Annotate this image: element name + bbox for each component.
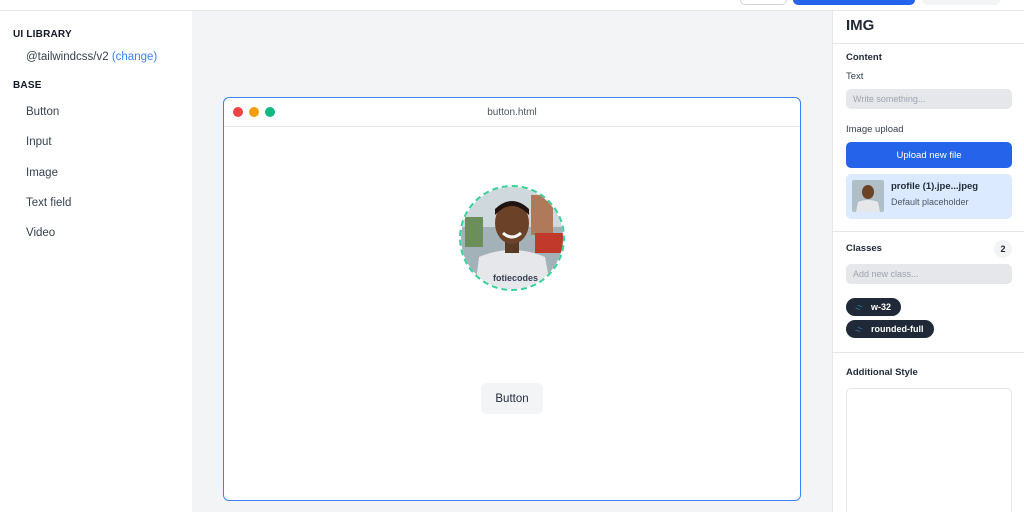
uploaded-file-card[interactable]: profile (1).jpe...jpeg Default placehold… [846,174,1012,219]
sidebar-item-button[interactable]: Button [26,106,59,118]
file-thumbnail [852,180,884,212]
divider [833,352,1024,353]
class-chip-w-32[interactable]: w-32 [846,298,902,316]
editor-canvas: button.html fotiecodes Button [192,11,832,512]
content-heading: Content [846,52,882,63]
sidebar-item-image[interactable]: Image [26,167,58,179]
top-primary-button[interactable] [793,0,915,5]
upload-new-file-button[interactable]: Upload new file [846,142,1012,168]
class-chip-label: rounded-full [871,324,924,334]
component-sidebar: UI LIBRARY @tailwindcss/v2 (change) BASE… [0,11,192,512]
additional-style-editor[interactable] [846,388,1012,512]
add-class-input[interactable] [846,264,1012,284]
sidebar-item-input[interactable]: Input [26,136,52,148]
classes-count-badge: 2 [994,240,1012,258]
preview-button[interactable]: Button [481,383,543,414]
shirt-text: fotiecodes [493,273,538,283]
properties-panel: IMG Content Text Image upload Upload new… [832,11,1024,512]
ui-library-heading: UI LIBRARY [13,29,72,40]
profile-image[interactable]: fotiecodes [459,185,565,291]
file-subtitle: Default placeholder [891,197,969,207]
divider [833,231,1024,232]
profile-photo-icon: fotiecodes [461,187,563,289]
class-chip-label: w-32 [871,302,892,312]
class-chip-rounded-full[interactable]: rounded-full [846,320,934,338]
text-label: Text [846,71,864,82]
top-secondary-button[interactable] [740,0,787,5]
tailwind-icon [855,326,863,332]
additional-style-heading: Additional Style [846,367,918,378]
sidebar-item-text-field[interactable]: Text field [26,197,71,209]
file-name: profile (1).jpe...jpeg [891,181,979,192]
change-library-link[interactable]: (change) [112,51,157,63]
browser-file-title: button.html [487,107,537,118]
sidebar-item-video[interactable]: Video [26,227,55,239]
divider [833,43,1024,44]
element-type-title: IMG [846,17,875,34]
browser-preview-window: button.html fotiecodes Button [223,97,801,501]
classes-heading: Classes [846,243,882,254]
base-heading: BASE [13,80,42,91]
tailwind-icon [855,304,863,310]
top-ghost-button[interactable] [922,0,1000,5]
library-selector: @tailwindcss/v2 (change) [26,51,157,63]
image-upload-label: Image upload [846,124,904,135]
top-bar [0,0,1024,11]
file-thumbnail-icon [852,180,884,212]
text-input[interactable] [846,89,1012,109]
library-name: @tailwindcss/v2 [26,51,109,63]
browser-title-bar: button.html [224,98,800,127]
